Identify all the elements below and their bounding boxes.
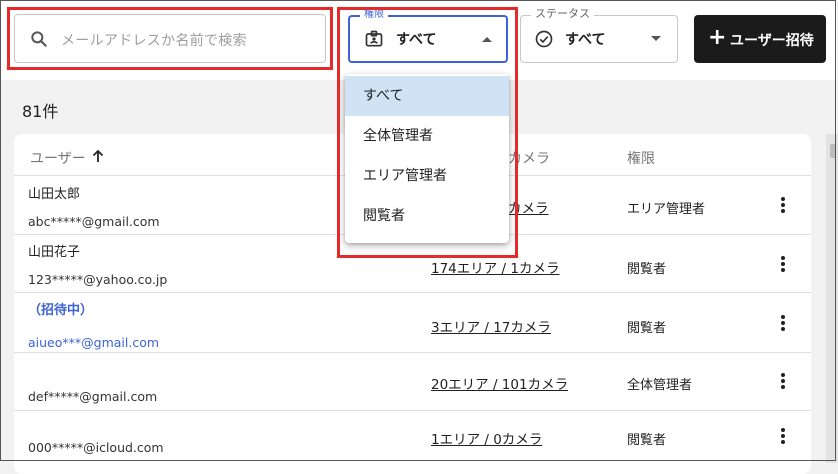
permission-option-viewer[interactable]: 閲覧者 [345,196,509,236]
status-filter-label: ステータス [531,7,594,21]
user-permission: 全体管理者 [627,378,693,393]
scrollbar-thumb[interactable] [830,144,836,158]
user-name: 山田太郎 [28,187,81,202]
more-options-icon[interactable] [780,197,786,217]
caret-up-icon [482,37,492,42]
row-divider [14,410,811,411]
column-header-area-camera[interactable]: カメラ [508,148,550,168]
id-badge-icon [365,30,383,47]
plus-icon: + [708,25,727,50]
area-camera-link[interactable]: 20エリア / 101カメラ [431,373,568,393]
search-input[interactable]: メールアドレスか名前で検索 [14,14,326,63]
area-camera-link[interactable]: 1エリア / 0カメラ [431,428,542,448]
invite-user-label: ユーザー招待 [730,33,814,49]
permission-option-global-admin[interactable]: 全体管理者 [345,116,509,156]
permission-options-menu: すべて 全体管理者 エリア管理者 閲覧者 [345,74,509,243]
more-options-icon[interactable] [780,256,786,276]
search-placeholder: メールアドレスか名前で検索 [61,33,247,49]
user-permission: 閲覧者 [627,321,667,336]
sort-ascending-icon[interactable] [91,148,105,164]
area-camera-link[interactable]: カメラ [508,197,549,217]
permission-option-area-admin[interactable]: エリア管理者 [345,156,509,196]
area-camera-link[interactable]: 174エリア / 1カメラ [431,257,560,277]
caret-down-icon [651,36,661,41]
user-permission: エリア管理者 [627,202,706,217]
user-permission: 閲覧者 [627,433,667,448]
more-options-icon[interactable] [780,428,786,448]
row-divider [14,352,811,353]
permission-option-all[interactable]: すべて [345,76,509,116]
user-email: abc*****@gmail.com [28,214,160,229]
user-email: 123*****@yahoo.co.jp [28,272,168,287]
user-email: def*****@gmail.com [28,389,158,404]
more-options-icon[interactable] [780,315,786,335]
column-header-user[interactable]: ユーザー [30,148,86,168]
user-email: 000*****@icloud.com [28,440,164,455]
permission-filter-value: すべて [396,32,437,48]
permission-filter-label: 権限 [360,8,388,22]
permission-filter-select[interactable]: 権限 すべて [348,8,508,63]
more-options-icon[interactable] [780,373,786,393]
status-filter-select[interactable]: ステータス すべて [520,7,678,63]
user-email: aiueo***@gmail.com [28,335,160,350]
area-camera-link[interactable]: 3エリア / 17カメラ [431,316,551,336]
column-header-permission[interactable]: 権限 [627,148,655,168]
search-icon [31,31,47,47]
scrollbar[interactable] [826,134,838,463]
user-name: 山田花子 [28,245,81,260]
invite-user-button[interactable]: + ユーザー招待 [694,15,826,63]
check-circle-icon [535,30,553,48]
user-permission: 閲覧者 [627,262,667,277]
row-divider [14,292,811,293]
invite-pending-badge: （招待中） [28,303,94,318]
result-count: 81件 [22,102,59,121]
status-filter-value: すべて [565,32,606,48]
